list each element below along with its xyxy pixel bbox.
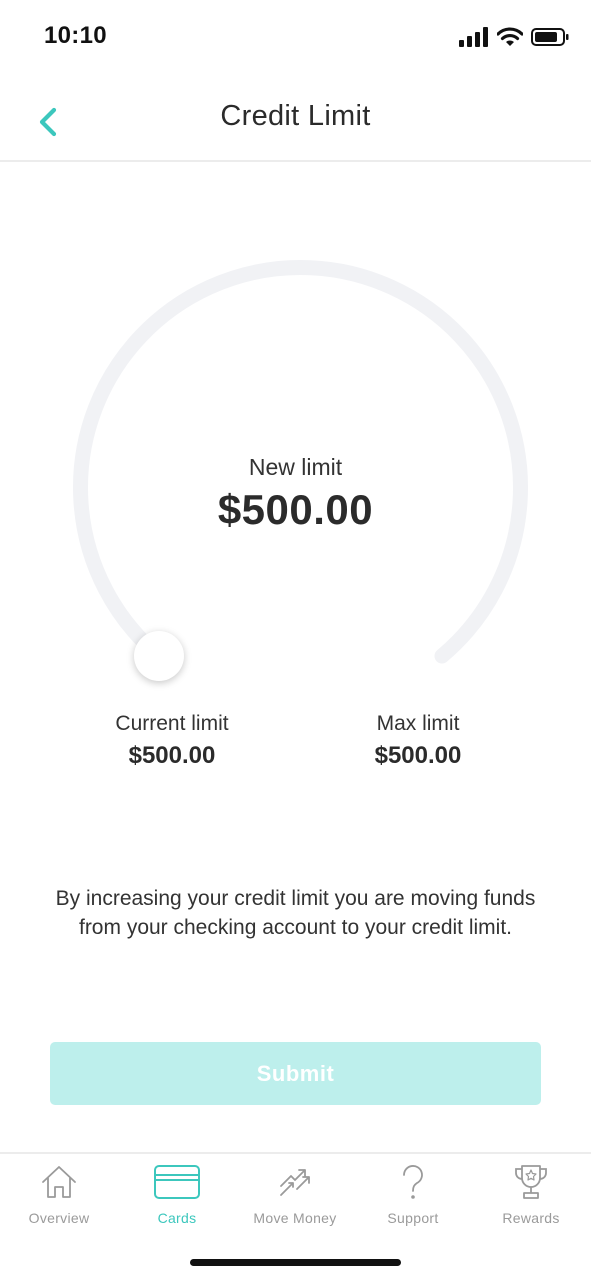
max-limit: Max limit $500.00 xyxy=(318,712,518,770)
battery-icon xyxy=(531,28,569,46)
max-limit-label: Max limit xyxy=(376,712,460,735)
home-indicator xyxy=(190,1259,401,1266)
tab-rewards[interactable]: Rewards xyxy=(472,1162,590,1234)
tab-label: Move Money xyxy=(253,1210,337,1226)
tab-label: Cards xyxy=(157,1210,197,1226)
info-text: By increasing your credit limit you are … xyxy=(55,887,536,939)
tab-label: Support xyxy=(387,1210,439,1226)
tab-move-money[interactable]: Move Money xyxy=(236,1162,354,1234)
new-limit-label: New limit xyxy=(248,454,343,480)
limit-slider-handle[interactable] xyxy=(134,631,184,681)
current-limit-label: Current limit xyxy=(115,712,229,735)
cellular-signal-icon xyxy=(459,27,488,47)
question-icon xyxy=(403,1165,423,1199)
submit-button[interactable]: Submit xyxy=(50,1042,541,1105)
tab-support[interactable]: Support xyxy=(354,1162,472,1234)
page-title: Credit Limit xyxy=(220,100,371,132)
tab-cards[interactable]: Cards xyxy=(118,1162,236,1234)
nav-bar: Credit Limit xyxy=(0,78,591,162)
new-limit-value: $500.00 xyxy=(217,486,374,533)
status-bar: 10:10 xyxy=(0,0,591,70)
tab-label: Rewards xyxy=(502,1210,560,1226)
status-icons xyxy=(459,24,569,50)
current-limit-value: $500.00 xyxy=(128,742,216,769)
wifi-icon xyxy=(497,27,523,46)
trophy-icon xyxy=(515,1165,547,1199)
transfer-icon xyxy=(280,1169,310,1196)
current-limit: Current limit $500.00 xyxy=(72,712,272,770)
tab-overview[interactable]: Overview xyxy=(0,1162,118,1234)
credit-limit-gauge: New limit $500.00 xyxy=(0,240,591,710)
home-icon xyxy=(42,1166,76,1198)
status-time: 10:10 xyxy=(44,22,107,49)
card-icon xyxy=(154,1165,200,1199)
max-limit-value: $500.00 xyxy=(374,742,462,769)
tab-label: Overview xyxy=(28,1210,90,1226)
